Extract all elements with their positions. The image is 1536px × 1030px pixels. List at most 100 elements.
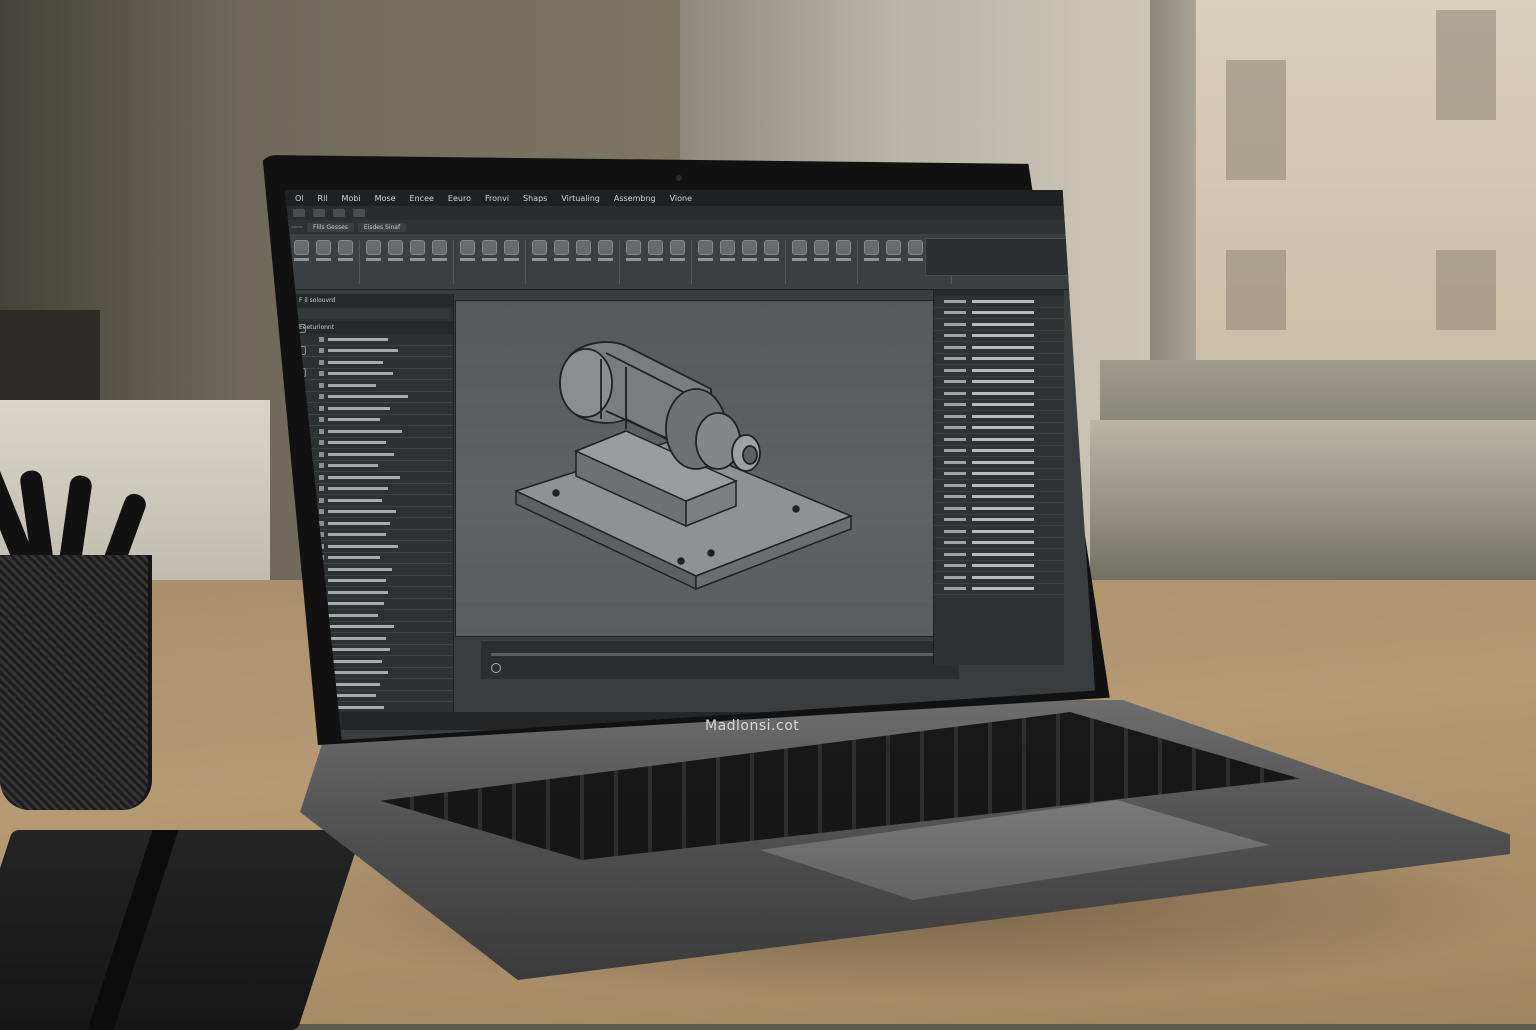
timeline-bar[interactable] [481, 640, 959, 679]
menu-item[interactable]: Shaps [523, 194, 547, 203]
ribbon-tool-icon[interactable] [553, 240, 570, 270]
ribbon-tool-icon[interactable] [885, 240, 902, 270]
ribbon-tool-icon[interactable] [835, 240, 852, 270]
ribbon-tool-icon[interactable] [647, 240, 664, 270]
ribbon-tool-icon[interactable] [503, 240, 520, 270]
menu-item[interactable]: Assembng [614, 194, 656, 203]
menu-item[interactable]: Fronvi [485, 194, 509, 203]
timeline-track[interactable] [491, 653, 946, 656]
tree-item[interactable] [293, 392, 453, 403]
property-row[interactable] [934, 515, 1064, 526]
notification-popup[interactable] [925, 238, 1087, 276]
property-row[interactable] [934, 388, 1064, 400]
menu-item[interactable]: Encee [410, 194, 434, 203]
property-row[interactable] [934, 561, 1064, 572]
property-row[interactable] [934, 538, 1064, 549]
ribbon-tool-icon[interactable] [763, 240, 780, 270]
property-row[interactable] [934, 342, 1064, 354]
tab-1[interactable]: Flils Gesses [307, 222, 354, 232]
menu-item[interactable]: Mose [375, 194, 396, 203]
property-row[interactable] [934, 503, 1064, 515]
ribbon-tool-icon[interactable] [365, 240, 382, 270]
play-icon[interactable] [491, 663, 501, 673]
print-icon[interactable] [353, 209, 365, 217]
save-icon[interactable] [293, 209, 305, 217]
ribbon-tool-icon[interactable] [409, 240, 426, 270]
tree-item[interactable] [293, 484, 453, 495]
ribbon-tool-icon[interactable] [315, 240, 332, 270]
property-row[interactable] [934, 492, 1064, 503]
ribbon-tool-icon[interactable] [293, 240, 310, 270]
ribbon-tool-icon[interactable] [697, 240, 714, 270]
tree-item[interactable] [293, 369, 453, 380]
dark-box [0, 310, 100, 400]
ribbon-separator [857, 240, 858, 284]
ribbon-tool-icon[interactable] [813, 240, 830, 270]
tree-item[interactable] [293, 415, 453, 426]
property-row[interactable] [934, 549, 1064, 561]
property-row[interactable] [934, 457, 1064, 469]
ribbon-tool-icon[interactable] [863, 240, 880, 270]
property-row[interactable] [934, 308, 1064, 319]
menu-bar: Ol Rll Mobi Mose Encee Eeuro Fronvi Shaps Virtua… [285, 190, 1095, 206]
laptop-screen: Ol Rll Mobi Mose Encee Eeuro Fronvi Shaps Virtua… [285, 190, 1095, 740]
ribbon-tool-icon[interactable] [741, 240, 758, 270]
ribbon-tool-icon[interactable] [531, 240, 548, 270]
tree-item[interactable] [293, 346, 453, 357]
menu-item[interactable]: Virtualing [561, 194, 600, 203]
property-row[interactable] [934, 319, 1064, 331]
property-row[interactable] [934, 365, 1064, 377]
tree-item[interactable] [293, 403, 453, 415]
ribbon-tool-icon[interactable] [669, 240, 686, 270]
ribbon-tool-icon[interactable] [431, 240, 448, 270]
tree-item[interactable] [293, 472, 453, 484]
property-row[interactable] [934, 434, 1064, 446]
menu-item[interactable]: Vione [670, 194, 692, 203]
property-row[interactable] [934, 446, 1064, 457]
ribbon-tabs: Flils Gesses Eisdes Sinaf [285, 220, 1095, 234]
tab-0[interactable] [291, 226, 303, 228]
3d-viewport[interactable] [455, 300, 962, 637]
property-row[interactable] [934, 469, 1064, 480]
ribbon-tool-icon[interactable] [625, 240, 642, 270]
tree-item[interactable] [293, 380, 453, 392]
ribbon-tool-icon[interactable] [337, 240, 354, 270]
menu-item[interactable]: Mobi [342, 194, 361, 203]
tree-item[interactable] [293, 438, 453, 449]
tree-tabs[interactable] [297, 309, 449, 319]
ribbon-tool-icon[interactable] [387, 240, 404, 270]
tree-item[interactable] [293, 426, 453, 438]
menu-item[interactable]: Ol [295, 194, 304, 203]
property-row[interactable] [934, 411, 1064, 423]
menu-item[interactable]: Rll [318, 194, 328, 203]
tree-item[interactable] [293, 357, 453, 369]
property-row[interactable] [934, 296, 1064, 308]
menu-item[interactable]: Eeuro [448, 194, 471, 203]
ribbon-tool-icon[interactable] [791, 240, 808, 270]
property-row[interactable] [934, 354, 1064, 365]
ribbon-tool-icon[interactable] [575, 240, 592, 270]
property-row[interactable] [934, 526, 1064, 538]
property-row[interactable] [934, 572, 1064, 584]
redo-icon[interactable] [333, 209, 345, 217]
tab-2[interactable]: Eisdes Sinaf [357, 222, 407, 232]
tree-item[interactable] [293, 461, 453, 472]
properties-panel [933, 290, 1064, 665]
ribbon-tool-icon[interactable] [459, 240, 476, 270]
property-row[interactable] [934, 423, 1064, 434]
window-sill [1090, 420, 1536, 590]
property-row[interactable] [934, 480, 1064, 492]
tree-item[interactable] [293, 334, 453, 346]
ribbon-separator [691, 240, 692, 284]
property-row[interactable] [934, 377, 1064, 388]
property-row[interactable] [934, 584, 1064, 595]
property-row[interactable] [934, 331, 1064, 342]
undo-icon[interactable] [313, 209, 325, 217]
ribbon-tool-icon[interactable] [719, 240, 736, 270]
tree-item[interactable] [293, 449, 453, 461]
property-row[interactable] [934, 400, 1064, 411]
ribbon-tool-icon[interactable] [481, 240, 498, 270]
ribbon-separator [619, 240, 620, 284]
ribbon-tool-icon[interactable] [907, 240, 924, 270]
ribbon-tool-icon[interactable] [597, 240, 614, 270]
